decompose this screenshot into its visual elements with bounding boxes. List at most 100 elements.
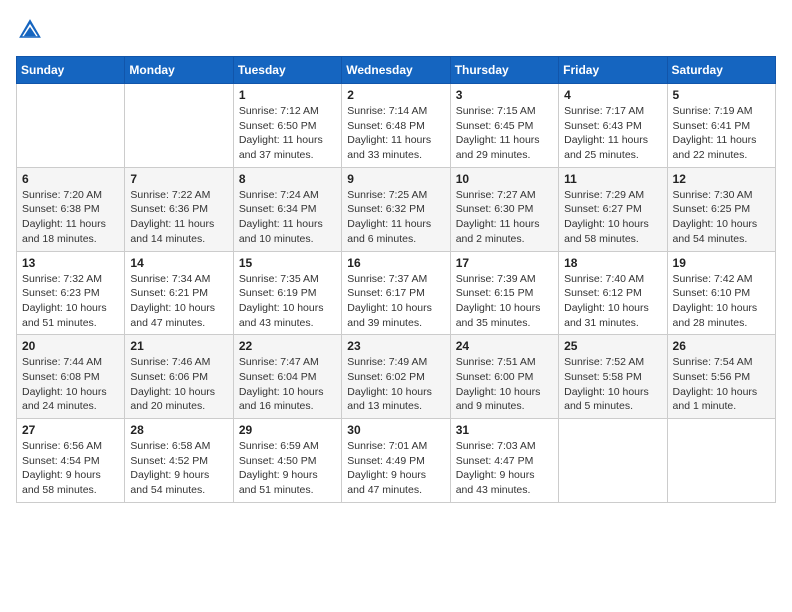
day-number: 17 (456, 256, 553, 270)
calendar-cell: 3 Sunrise: 7:15 AMSunset: 6:45 PMDaylight… (450, 84, 558, 168)
calendar-cell (17, 84, 125, 168)
calendar-cell (667, 419, 775, 503)
weekday-header: Monday (125, 57, 233, 84)
calendar-cell: 20 Sunrise: 7:44 AMSunset: 6:08 PMDayligh… (17, 335, 125, 419)
day-number: 26 (673, 339, 770, 353)
calendar-cell: 13 Sunrise: 7:32 AMSunset: 6:23 PMDayligh… (17, 251, 125, 335)
calendar-cell: 25 Sunrise: 7:52 AMSunset: 5:58 PMDayligh… (559, 335, 667, 419)
day-number: 15 (239, 256, 336, 270)
day-number: 6 (22, 172, 119, 186)
day-info: Sunrise: 7:39 AMSunset: 6:15 PMDaylight:… (456, 272, 553, 331)
calendar-table: SundayMondayTuesdayWednesdayThursdayFrid… (16, 56, 776, 503)
day-number: 14 (130, 256, 227, 270)
day-info: Sunrise: 7:24 AMSunset: 6:34 PMDaylight:… (239, 188, 336, 247)
weekday-header: Wednesday (342, 57, 450, 84)
day-info: Sunrise: 7:14 AMSunset: 6:48 PMDaylight:… (347, 104, 444, 163)
day-info: Sunrise: 7:47 AMSunset: 6:04 PMDaylight:… (239, 355, 336, 414)
day-info: Sunrise: 7:40 AMSunset: 6:12 PMDaylight:… (564, 272, 661, 331)
calendar-cell: 9 Sunrise: 7:25 AMSunset: 6:32 PMDaylight… (342, 167, 450, 251)
day-number: 27 (22, 423, 119, 437)
calendar-week-row: 1 Sunrise: 7:12 AMSunset: 6:50 PMDaylight… (17, 84, 776, 168)
day-info: Sunrise: 6:59 AMSunset: 4:50 PMDaylight:… (239, 439, 336, 498)
calendar-cell: 19Sunrise: 7:42 AMSunset: 6:10 PMDayligh… (667, 251, 775, 335)
day-info: Sunrise: 7:19 AMSunset: 6:41 PMDaylight:… (673, 104, 770, 163)
calendar-cell: 27 Sunrise: 6:56 AMSunset: 4:54 PMDayligh… (17, 419, 125, 503)
weekday-header: Thursday (450, 57, 558, 84)
day-number: 5 (673, 88, 770, 102)
day-info: Sunrise: 7:03 AMSunset: 4:47 PMDaylight:… (456, 439, 553, 498)
calendar-cell (125, 84, 233, 168)
calendar-cell: 29 Sunrise: 6:59 AMSunset: 4:50 PMDayligh… (233, 419, 341, 503)
calendar-cell: 31 Sunrise: 7:03 AMSunset: 4:47 PMDayligh… (450, 419, 558, 503)
calendar-cell: 11 Sunrise: 7:29 AMSunset: 6:27 PMDayligh… (559, 167, 667, 251)
day-number: 21 (130, 339, 227, 353)
day-number: 22 (239, 339, 336, 353)
day-info: Sunrise: 6:56 AMSunset: 4:54 PMDaylight:… (22, 439, 119, 498)
day-number: 13 (22, 256, 119, 270)
calendar-cell: 7 Sunrise: 7:22 AMSunset: 6:36 PMDaylight… (125, 167, 233, 251)
calendar-cell: 12 Sunrise: 7:30 AMSunset: 6:25 PMDayligh… (667, 167, 775, 251)
calendar-cell: 1 Sunrise: 7:12 AMSunset: 6:50 PMDaylight… (233, 84, 341, 168)
calendar-cell: 22 Sunrise: 7:47 AMSunset: 6:04 PMDayligh… (233, 335, 341, 419)
day-info: Sunrise: 7:52 AMSunset: 5:58 PMDaylight:… (564, 355, 661, 414)
logo (16, 16, 48, 44)
weekday-header: Tuesday (233, 57, 341, 84)
day-number: 28 (130, 423, 227, 437)
day-info: Sunrise: 7:15 AMSunset: 6:45 PMDaylight:… (456, 104, 553, 163)
weekday-header: Friday (559, 57, 667, 84)
day-info: Sunrise: 7:29 AMSunset: 6:27 PMDaylight:… (564, 188, 661, 247)
day-info: Sunrise: 7:42 AMSunset: 6:10 PMDaylight:… (673, 272, 770, 331)
day-number: 8 (239, 172, 336, 186)
calendar-week-row: 6 Sunrise: 7:20 AMSunset: 6:38 PMDaylight… (17, 167, 776, 251)
calendar-cell: 21 Sunrise: 7:46 AMSunset: 6:06 PMDayligh… (125, 335, 233, 419)
calendar-week-row: 27 Sunrise: 6:56 AMSunset: 4:54 PMDayligh… (17, 419, 776, 503)
day-info: Sunrise: 7:44 AMSunset: 6:08 PMDaylight:… (22, 355, 119, 414)
day-info: Sunrise: 7:46 AMSunset: 6:06 PMDaylight:… (130, 355, 227, 414)
day-number: 4 (564, 88, 661, 102)
day-number: 2 (347, 88, 444, 102)
calendar-cell: 2 Sunrise: 7:14 AMSunset: 6:48 PMDaylight… (342, 84, 450, 168)
day-info: Sunrise: 7:51 AMSunset: 6:00 PMDaylight:… (456, 355, 553, 414)
day-number: 25 (564, 339, 661, 353)
day-info: Sunrise: 7:54 AMSunset: 5:56 PMDaylight:… (673, 355, 770, 414)
calendar-cell: 24Sunrise: 7:51 AMSunset: 6:00 PMDayligh… (450, 335, 558, 419)
weekday-header: Sunday (17, 57, 125, 84)
day-number: 12 (673, 172, 770, 186)
day-number: 29 (239, 423, 336, 437)
calendar-cell: 18Sunrise: 7:40 AMSunset: 6:12 PMDayligh… (559, 251, 667, 335)
day-number: 11 (564, 172, 661, 186)
calendar-cell: 26 Sunrise: 7:54 AMSunset: 5:56 PMDayligh… (667, 335, 775, 419)
calendar-week-row: 13 Sunrise: 7:32 AMSunset: 6:23 PMDayligh… (17, 251, 776, 335)
day-info: Sunrise: 7:12 AMSunset: 6:50 PMDaylight:… (239, 104, 336, 163)
day-info: Sunrise: 7:32 AMSunset: 6:23 PMDaylight:… (22, 272, 119, 331)
calendar-cell: 23Sunrise: 7:49 AMSunset: 6:02 PMDayligh… (342, 335, 450, 419)
day-number: 1 (239, 88, 336, 102)
calendar-cell: 28Sunrise: 6:58 AMSunset: 4:52 PMDayligh… (125, 419, 233, 503)
day-info: Sunrise: 7:17 AMSunset: 6:43 PMDaylight:… (564, 104, 661, 163)
day-number: 31 (456, 423, 553, 437)
day-number: 23 (347, 339, 444, 353)
calendar-cell: 17 Sunrise: 7:39 AMSunset: 6:15 PMDayligh… (450, 251, 558, 335)
calendar-week-row: 20 Sunrise: 7:44 AMSunset: 6:08 PMDayligh… (17, 335, 776, 419)
weekday-header-row: SundayMondayTuesdayWednesdayThursdayFrid… (17, 57, 776, 84)
day-info: Sunrise: 7:34 AMSunset: 6:21 PMDaylight:… (130, 272, 227, 331)
day-number: 20 (22, 339, 119, 353)
calendar-cell: 8 Sunrise: 7:24 AMSunset: 6:34 PMDaylight… (233, 167, 341, 251)
calendar-cell: 14 Sunrise: 7:34 AMSunset: 6:21 PMDayligh… (125, 251, 233, 335)
calendar-cell: 4 Sunrise: 7:17 AMSunset: 6:43 PMDaylight… (559, 84, 667, 168)
day-number: 3 (456, 88, 553, 102)
day-info: Sunrise: 7:20 AMSunset: 6:38 PMDaylight:… (22, 188, 119, 247)
day-number: 10 (456, 172, 553, 186)
calendar-cell: 10 Sunrise: 7:27 AMSunset: 6:30 PMDayligh… (450, 167, 558, 251)
day-number: 30 (347, 423, 444, 437)
day-info: Sunrise: 7:27 AMSunset: 6:30 PMDaylight:… (456, 188, 553, 247)
day-number: 9 (347, 172, 444, 186)
weekday-header: Saturday (667, 57, 775, 84)
day-number: 7 (130, 172, 227, 186)
day-info: Sunrise: 7:35 AMSunset: 6:19 PMDaylight:… (239, 272, 336, 331)
day-number: 16 (347, 256, 444, 270)
day-info: Sunrise: 7:25 AMSunset: 6:32 PMDaylight:… (347, 188, 444, 247)
day-info: Sunrise: 7:22 AMSunset: 6:36 PMDaylight:… (130, 188, 227, 247)
calendar-cell: 30Sunrise: 7:01 AMSunset: 4:49 PMDayligh… (342, 419, 450, 503)
day-info: Sunrise: 7:30 AMSunset: 6:25 PMDaylight:… (673, 188, 770, 247)
